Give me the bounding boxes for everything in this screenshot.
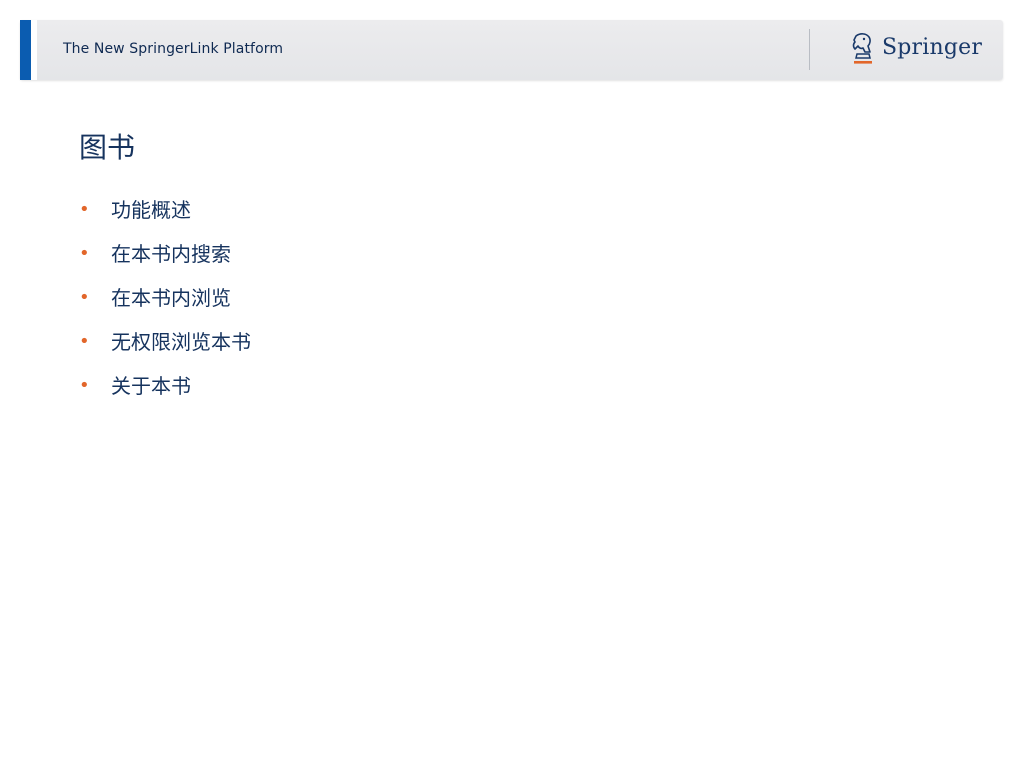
page-title: 图书	[79, 131, 136, 164]
list-item-label: 在本书内浏览	[111, 286, 231, 310]
list-item-label: 无权限浏览本书	[111, 330, 251, 354]
chess-knight-icon	[852, 33, 872, 64]
bullet-icon: •	[79, 199, 90, 220]
bullet-icon: •	[79, 243, 90, 264]
springer-logo[interactable]: Springer	[848, 30, 982, 70]
logo-text: Springer	[882, 35, 983, 60]
bullet-icon: •	[79, 375, 90, 396]
header-accent-gap	[31, 20, 37, 80]
header-accent-stripe	[20, 20, 31, 80]
list-item-label: 在本书内搜索	[111, 242, 231, 266]
list-item-label: 关于本书	[111, 374, 191, 398]
header-divider	[809, 29, 810, 70]
slide: The New SpringerLink Platform Springer 图…	[0, 0, 1024, 768]
bullet-icon: •	[79, 331, 90, 352]
bullet-icon: •	[79, 287, 90, 308]
list-item-label: 功能概述	[111, 198, 191, 222]
header-title: The New SpringerLink Platform	[63, 41, 284, 57]
